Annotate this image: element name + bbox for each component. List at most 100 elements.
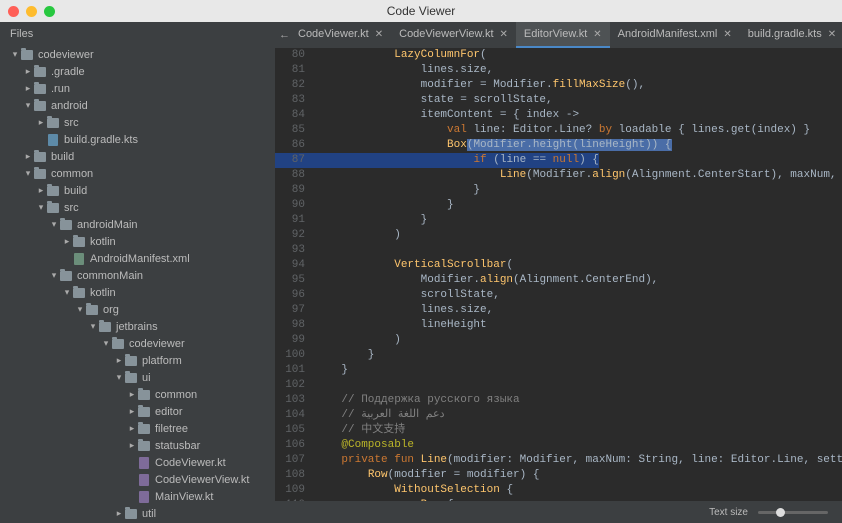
tree-item[interactable]: ▾org — [0, 301, 275, 318]
tree-item[interactable]: ▸filetree — [0, 420, 275, 437]
close-icon[interactable]: ✕ — [500, 29, 508, 40]
code-line[interactable]: 85 val line: Editor.Line? by loadable { … — [275, 123, 842, 138]
tree-item[interactable]: ▸.gradle — [0, 63, 275, 80]
chevron-right-icon[interactable]: ▸ — [127, 406, 137, 417]
code-text[interactable]: } — [315, 198, 454, 213]
chevron-down-icon[interactable]: ▾ — [88, 321, 98, 332]
tab[interactable]: CodeViewer.kt✕ — [290, 22, 391, 48]
code-text[interactable]: Modifier.align(Alignment.CenterEnd), — [315, 273, 658, 288]
code-line[interactable]: 84 itemContent = { index -> — [275, 108, 842, 123]
code-line[interactable]: 87 if (line == null) { — [275, 153, 842, 168]
code-line[interactable]: 99 ) — [275, 333, 842, 348]
close-icon[interactable]: ✕ — [828, 29, 836, 40]
chevron-down-icon[interactable]: ▾ — [23, 100, 33, 111]
close-icon[interactable] — [8, 6, 19, 17]
tree-item[interactable]: ▸src — [0, 114, 275, 131]
chevron-right-icon[interactable]: ▸ — [36, 185, 46, 196]
chevron-down-icon[interactable]: ▾ — [36, 202, 46, 213]
code-line[interactable]: 92 ) — [275, 228, 842, 243]
chevron-down-icon[interactable]: ▾ — [75, 304, 85, 315]
code-text[interactable]: modifier = Modifier.fillMaxSize(), — [315, 78, 645, 93]
tree-item[interactable]: AndroidManifest.xml — [0, 250, 275, 267]
code-line[interactable]: 101 } — [275, 363, 842, 378]
tree-item[interactable]: ▸.run — [0, 80, 275, 97]
chevron-down-icon[interactable]: ▾ — [114, 372, 124, 383]
code-text[interactable]: WithoutSelection { — [315, 483, 513, 498]
code-line[interactable]: 82 modifier = Modifier.fillMaxSize(), — [275, 78, 842, 93]
code-text[interactable]: } — [315, 348, 374, 363]
chevron-right-icon[interactable]: ▸ — [23, 151, 33, 162]
code-text[interactable]: private fun Line(modifier: Modifier, max… — [315, 453, 842, 468]
chevron-down-icon[interactable]: ▾ — [23, 168, 33, 179]
code-text[interactable]: @Composable — [315, 438, 414, 453]
code-line[interactable]: 102 — [275, 378, 842, 393]
chevron-down-icon[interactable]: ▾ — [101, 338, 111, 349]
chevron-down-icon[interactable]: ▾ — [49, 270, 59, 281]
close-icon[interactable]: ✕ — [723, 29, 731, 40]
tree-item[interactable]: ▸common — [0, 386, 275, 403]
tree-item[interactable]: ▸build — [0, 148, 275, 165]
tree-item[interactable]: ▾android — [0, 97, 275, 114]
chevron-right-icon[interactable]: ▸ — [62, 236, 72, 247]
tree-item[interactable]: ▾src — [0, 199, 275, 216]
chevron-right-icon[interactable]: ▸ — [23, 83, 33, 94]
code-text[interactable]: scrollState, — [315, 288, 500, 303]
code-line[interactable]: 89 } — [275, 183, 842, 198]
code-line[interactable]: 93 — [275, 243, 842, 258]
code-text[interactable]: lines.size, — [315, 303, 493, 318]
code-text[interactable]: // Поддержка русского языка — [315, 393, 520, 408]
tree-item[interactable]: ▾commonMain — [0, 267, 275, 284]
chevron-right-icon[interactable]: ▸ — [36, 117, 46, 128]
code-line[interactable]: 104 // دعم اللغة العربية — [275, 408, 842, 423]
tab[interactable]: EditorView.kt✕ — [516, 22, 610, 48]
close-icon[interactable]: ✕ — [375, 29, 383, 40]
code-line[interactable]: 109 WithoutSelection { — [275, 483, 842, 498]
code-text[interactable]: Line(Modifier.align(Alignment.CenterStar… — [315, 168, 842, 183]
tab[interactable]: CodeViewerView.kt✕ — [391, 22, 516, 48]
tree-item[interactable]: ▾codeviewer — [0, 335, 275, 352]
chevron-down-icon[interactable]: ▾ — [62, 287, 72, 298]
code-text[interactable]: // 中文支持 — [315, 423, 405, 438]
code-line[interactable]: 81 lines.size, — [275, 63, 842, 78]
code-text[interactable]: ) — [315, 333, 401, 348]
code-text[interactable]: ) — [315, 228, 401, 243]
code-text[interactable]: if (line == null) { — [315, 153, 599, 168]
code-text[interactable]: lineHeight — [315, 318, 487, 333]
tree-item[interactable]: CodeViewerView.kt — [0, 471, 275, 488]
code-text[interactable]: LazyColumnFor( — [315, 48, 487, 63]
code-text[interactable]: VerticalScrollbar( — [315, 258, 513, 273]
tree-item[interactable]: build.gradle.kts — [0, 131, 275, 148]
tree-item[interactable]: ▾common — [0, 165, 275, 182]
code-line[interactable]: 98 lineHeight — [275, 318, 842, 333]
tree-item[interactable]: ▾codeviewer — [0, 46, 275, 63]
code-text[interactable]: lines.size, — [315, 63, 493, 78]
tree-item[interactable]: ▾jetbrains — [0, 318, 275, 335]
code-line[interactable]: 80 LazyColumnFor( — [275, 48, 842, 63]
chevron-right-icon[interactable]: ▸ — [127, 440, 137, 451]
code-line[interactable]: 86 Box(Modifier.height(lineHeight)) { — [275, 138, 842, 153]
chevron-down-icon[interactable]: ▾ — [10, 49, 20, 60]
code-line[interactable]: 94 VerticalScrollbar( — [275, 258, 842, 273]
tree-item[interactable]: ▸util — [0, 505, 275, 522]
code-line[interactable]: 108 Row(modifier = modifier) { — [275, 468, 842, 483]
code-line[interactable]: 88 Line(Modifier.align(Alignment.CenterS… — [275, 168, 842, 183]
code-line[interactable]: 97 lines.size, — [275, 303, 842, 318]
code-text[interactable]: } — [315, 363, 348, 378]
code-text[interactable]: Row(modifier = modifier) { — [315, 468, 539, 483]
tree-item[interactable]: ▸platform — [0, 352, 275, 369]
code-line[interactable]: 107 private fun Line(modifier: Modifier,… — [275, 453, 842, 468]
code-line[interactable]: 90 } — [275, 198, 842, 213]
chevron-right-icon[interactable]: ▸ — [127, 389, 137, 400]
chevron-right-icon[interactable]: ▸ — [114, 355, 124, 366]
tree-item[interactable]: ▾androidMain — [0, 216, 275, 233]
code-line[interactable]: 103 // Поддержка русского языка — [275, 393, 842, 408]
close-icon[interactable]: ✕ — [593, 29, 601, 40]
code-line[interactable]: 83 state = scrollState, — [275, 93, 842, 108]
code-text[interactable]: val line: Editor.Line? by loadable { lin… — [315, 123, 810, 138]
code-text[interactable]: } — [315, 183, 480, 198]
code-line[interactable]: 91 } — [275, 213, 842, 228]
code-text[interactable]: itemContent = { index -> — [315, 108, 579, 123]
chevron-right-icon[interactable]: ▸ — [114, 508, 124, 519]
code-line[interactable]: 100 } — [275, 348, 842, 363]
chevron-right-icon[interactable]: ▸ — [127, 423, 137, 434]
